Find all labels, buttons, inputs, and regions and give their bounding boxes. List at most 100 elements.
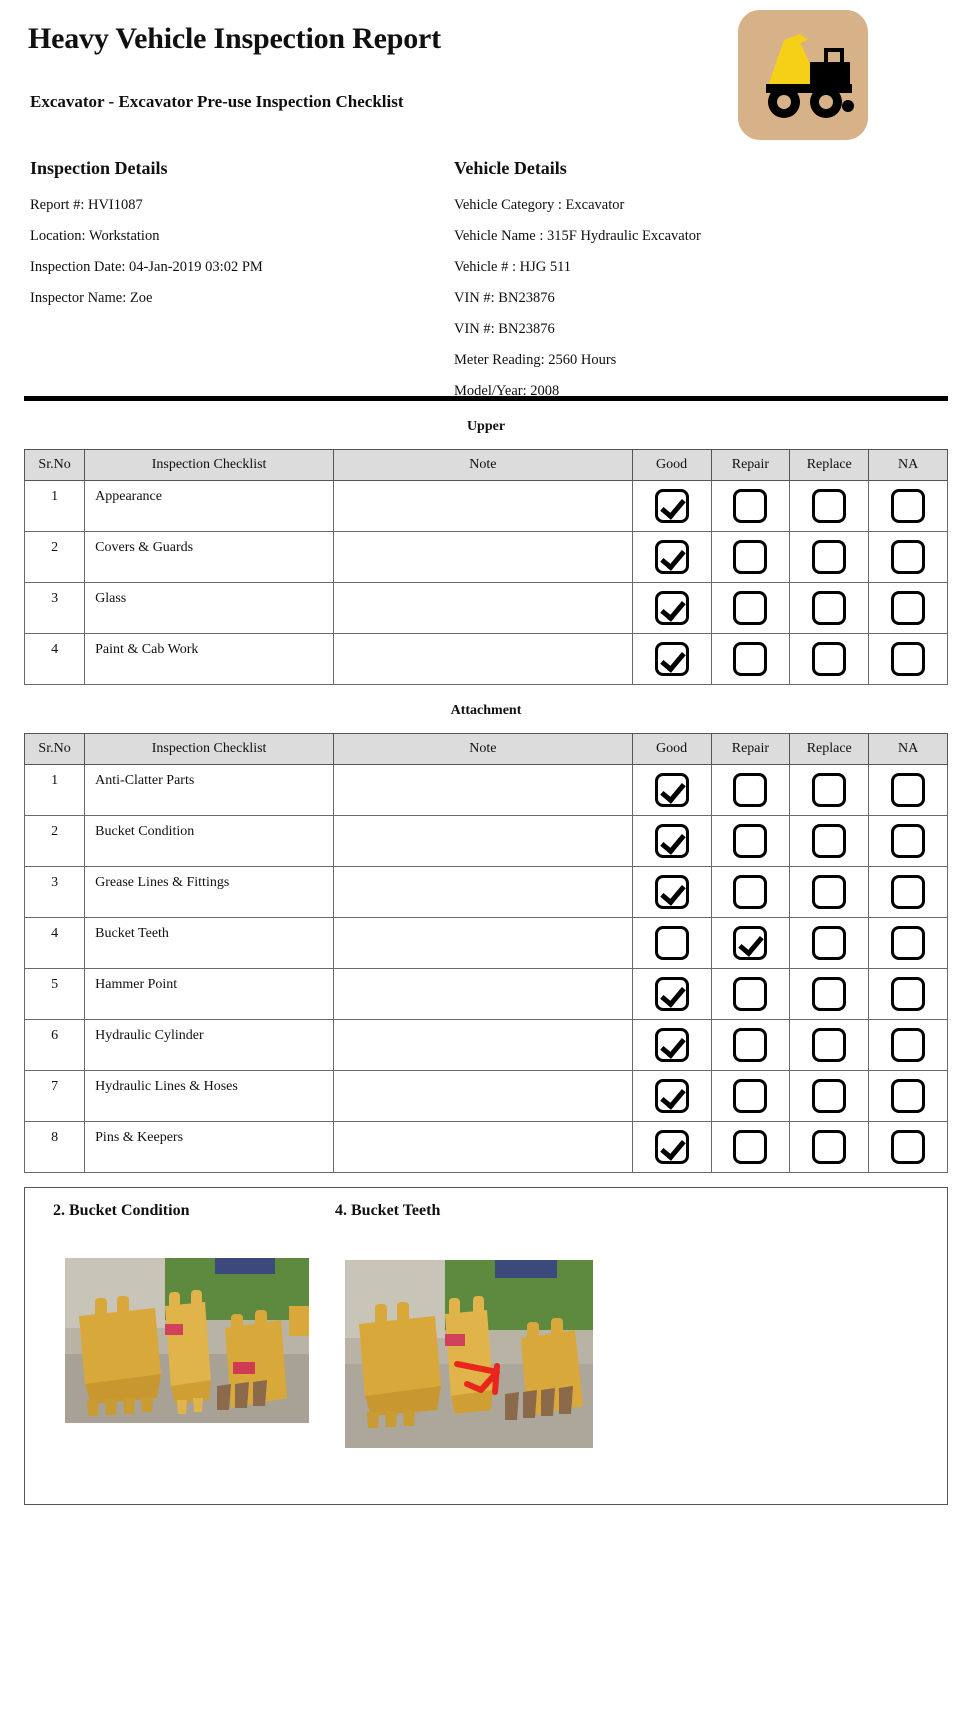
na-cell bbox=[868, 633, 948, 685]
na-checkbox[interactable] bbox=[891, 926, 926, 960]
replace-cell bbox=[789, 480, 870, 532]
good-checkbox[interactable] bbox=[654, 773, 689, 807]
repair-checkbox[interactable] bbox=[733, 540, 768, 574]
good-cell bbox=[631, 531, 712, 583]
replace-checkbox[interactable] bbox=[812, 773, 847, 807]
repair-checkbox[interactable] bbox=[733, 875, 768, 909]
repair-checkbox[interactable] bbox=[733, 489, 768, 523]
row-serial-number: 3 bbox=[23, 866, 86, 918]
repair-cell bbox=[710, 633, 791, 685]
repair-checkbox[interactable] bbox=[733, 773, 768, 807]
note-cell[interactable] bbox=[333, 480, 633, 532]
row-serial-number: 5 bbox=[23, 968, 86, 1020]
good-cell bbox=[631, 815, 712, 867]
column-header: NA bbox=[868, 449, 948, 481]
note-cell[interactable] bbox=[333, 582, 633, 634]
na-checkbox[interactable] bbox=[891, 875, 926, 909]
good-checkbox[interactable] bbox=[654, 591, 689, 625]
note-cell[interactable] bbox=[333, 633, 633, 685]
table-row: 3 Grease Lines & Fittings bbox=[23, 866, 948, 918]
table-row: 7 Hydraulic Lines & Hoses bbox=[23, 1070, 948, 1122]
replace-checkbox[interactable] bbox=[812, 875, 847, 909]
checklist-table: Sr.No Inspection Checklist Note Good Repair R… bbox=[23, 733, 948, 1173]
inspection-detail-line: Inspector Name: Zoe bbox=[30, 290, 153, 306]
row-serial-number: 2 bbox=[23, 531, 86, 583]
good-checkbox[interactable] bbox=[654, 875, 689, 909]
replace-checkbox[interactable] bbox=[812, 824, 847, 858]
na-checkbox[interactable] bbox=[891, 773, 926, 807]
replace-checkbox[interactable] bbox=[812, 926, 847, 960]
replace-cell bbox=[789, 633, 870, 685]
repair-cell bbox=[710, 1070, 791, 1122]
repair-checkbox[interactable] bbox=[733, 1028, 768, 1062]
na-checkbox[interactable] bbox=[891, 540, 926, 574]
good-checkbox[interactable] bbox=[654, 1028, 689, 1062]
note-cell[interactable] bbox=[333, 968, 633, 1020]
section-title: Upper bbox=[466, 419, 506, 434]
section-title: Attachment bbox=[450, 703, 522, 718]
row-serial-number: 4 bbox=[23, 917, 86, 969]
repair-checkbox[interactable] bbox=[733, 1079, 768, 1113]
vehicle-details-block: Vehicle Details Vehicle Category : Excav… bbox=[454, 158, 701, 414]
repair-cell bbox=[710, 582, 791, 634]
replace-cell bbox=[789, 968, 870, 1020]
note-cell[interactable] bbox=[333, 1070, 633, 1122]
repair-checkbox[interactable] bbox=[733, 926, 768, 960]
good-cell bbox=[631, 1121, 712, 1173]
row-serial-number: 4 bbox=[23, 633, 86, 685]
good-cell bbox=[631, 968, 712, 1020]
na-checkbox[interactable] bbox=[891, 642, 926, 676]
good-checkbox[interactable] bbox=[654, 824, 689, 858]
table-header-row: Sr.No Inspection Checklist Note Good Repair R… bbox=[23, 449, 948, 481]
good-checkbox[interactable] bbox=[654, 489, 689, 523]
table-row: 4 Bucket Teeth bbox=[23, 917, 948, 969]
good-checkbox[interactable] bbox=[654, 977, 689, 1011]
repair-checkbox[interactable] bbox=[733, 591, 768, 625]
na-checkbox[interactable] bbox=[891, 824, 926, 858]
repair-checkbox[interactable] bbox=[733, 1130, 768, 1164]
na-checkbox[interactable] bbox=[891, 977, 926, 1011]
replace-checkbox[interactable] bbox=[812, 591, 847, 625]
na-cell bbox=[868, 866, 948, 918]
table-row: 5 Hammer Point bbox=[23, 968, 948, 1020]
repair-checkbox[interactable] bbox=[733, 642, 768, 676]
good-cell bbox=[631, 764, 712, 816]
replace-checkbox[interactable] bbox=[812, 1130, 847, 1164]
replace-checkbox[interactable] bbox=[812, 1028, 847, 1062]
good-cell bbox=[631, 1019, 712, 1071]
na-checkbox[interactable] bbox=[891, 1130, 926, 1164]
note-cell[interactable] bbox=[333, 866, 633, 918]
na-checkbox[interactable] bbox=[891, 489, 926, 523]
note-cell[interactable] bbox=[333, 815, 633, 867]
note-cell[interactable] bbox=[333, 917, 633, 969]
checklist-item-label: Pins & Keepers bbox=[84, 1121, 335, 1173]
good-checkbox[interactable] bbox=[654, 1130, 689, 1164]
good-checkbox[interactable] bbox=[654, 1079, 689, 1113]
report-header: Heavy Vehicle Inspection Report Excavato… bbox=[24, 0, 948, 140]
replace-checkbox[interactable] bbox=[812, 540, 847, 574]
good-checkbox[interactable] bbox=[654, 926, 689, 960]
note-cell[interactable] bbox=[333, 1121, 633, 1173]
note-cell[interactable] bbox=[333, 764, 633, 816]
na-checkbox[interactable] bbox=[891, 591, 926, 625]
na-checkbox[interactable] bbox=[891, 1028, 926, 1062]
note-cell[interactable] bbox=[333, 1019, 633, 1071]
checklist-sections: Upper Sr.No Inspection Checklist Note Good Re… bbox=[23, 419, 948, 1173]
note-cell[interactable] bbox=[333, 531, 633, 583]
repair-cell bbox=[710, 1121, 791, 1173]
column-header: Inspection Checklist bbox=[84, 449, 335, 481]
replace-checkbox[interactable] bbox=[812, 642, 847, 676]
replace-checkbox[interactable] bbox=[812, 1079, 847, 1113]
checklist-item-label: Bucket Teeth bbox=[84, 917, 335, 969]
repair-checkbox[interactable] bbox=[733, 824, 768, 858]
replace-checkbox[interactable] bbox=[812, 489, 847, 523]
good-checkbox[interactable] bbox=[654, 540, 689, 574]
checklist-item-label: Hydraulic Lines & Hoses bbox=[84, 1070, 335, 1122]
photo-panel: 2. Bucket Condition 4. Bucket Teeth bbox=[24, 1187, 948, 1505]
good-checkbox[interactable] bbox=[654, 642, 689, 676]
checklist-section: Attachment Sr.No Inspection Checklist Note G… bbox=[23, 703, 948, 1173]
replace-checkbox[interactable] bbox=[812, 977, 847, 1011]
repair-checkbox[interactable] bbox=[733, 977, 768, 1011]
column-header: Replace bbox=[789, 733, 870, 765]
na-checkbox[interactable] bbox=[891, 1079, 926, 1113]
